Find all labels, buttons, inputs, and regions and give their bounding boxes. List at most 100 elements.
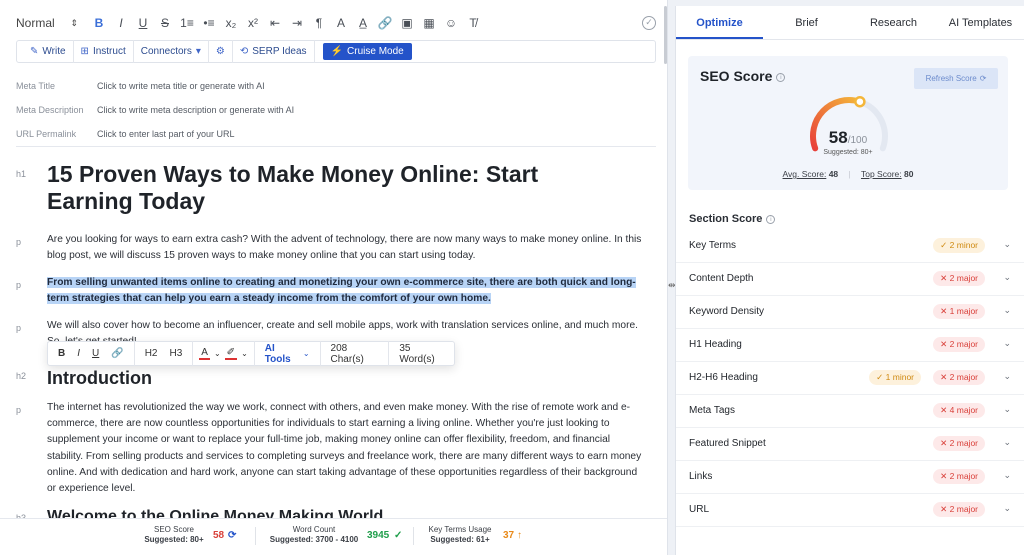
cruise-mode-button[interactable]: ⚡ Cruise Mode [322, 43, 412, 60]
document-h2[interactable]: Introduction [47, 368, 152, 389]
chevron-down-icon[interactable]: ⌄ [1003, 305, 1011, 316]
paragraph-direction-button[interactable]: ¶ [308, 16, 330, 30]
outdent-button[interactable]: ⇤ [264, 16, 286, 30]
chevron-down-icon[interactable]: ⌄ [1003, 470, 1011, 481]
avg-score-value: 48 [828, 169, 839, 179]
chevron-down-icon: ⌄ [302, 349, 310, 358]
float-h2-button[interactable]: H2 [139, 341, 164, 366]
section-row[interactable]: Meta Tags ✕ 4 major ⌄ [676, 395, 1024, 428]
updown-icon: ⇕ [70, 17, 78, 28]
write-button[interactable]: ✎ Write [23, 40, 74, 63]
major-issues-text: 2 major [949, 339, 978, 349]
status-key-terms: Key Terms Usage Suggested: 61+ [424, 525, 496, 545]
check-circle-icon[interactable]: ✓ [642, 16, 656, 30]
ordered-list-button[interactable]: 1≡ [176, 16, 198, 30]
paragraph-1[interactable]: Are you looking for ways to earn extra c… [47, 232, 647, 264]
tab-optimize[interactable]: Optimize [676, 6, 763, 39]
strikethrough-button[interactable]: S [154, 16, 176, 30]
status-seo-suggested: Suggested: 80+ [144, 535, 204, 544]
ai-tools-dropdown[interactable]: AI Tools ⌄ [255, 341, 321, 366]
chevron-down-icon[interactable]: ⌄ [1003, 404, 1011, 415]
refresh-icon[interactable]: ⟳ [228, 530, 236, 541]
chevron-down-icon[interactable]: ⌄ [1003, 338, 1011, 349]
refresh-icon: ⟲ [239, 46, 249, 57]
emoji-icon[interactable]: ☺ [440, 16, 462, 30]
x-icon: ✕ [940, 405, 950, 415]
bullet-list-button[interactable]: •≡ [198, 16, 220, 30]
major-issues-text: 2 major [949, 471, 978, 481]
connectors-dropdown[interactable]: Connectors ▾ [134, 40, 209, 63]
highlight-color-button[interactable]: A̲ [352, 16, 374, 30]
image-icon[interactable]: ▣ [396, 16, 418, 30]
superscript-button[interactable]: x² [242, 16, 264, 30]
tab-ai-templates[interactable]: AI Templates [937, 6, 1024, 39]
status-kt-value: 37 [503, 530, 515, 541]
italic-button[interactable]: I [110, 16, 132, 30]
chevron-down-icon[interactable]: ⌄ [1003, 437, 1011, 448]
x-icon: ✕ [940, 372, 950, 382]
status-bar: SEO Score Suggested: 80+ 58 ⟳ Word Count… [0, 518, 667, 555]
permalink-input[interactable]: Click to enter last part of your URL [97, 129, 235, 139]
tab-research[interactable]: Research [850, 6, 937, 39]
clear-format-icon[interactable]: T̸ [462, 16, 484, 30]
refresh-score-button[interactable]: Refresh Score ⟳ [914, 68, 998, 89]
chevron-down-icon[interactable]: ⌄ [212, 341, 223, 366]
info-icon[interactable]: i [766, 214, 776, 224]
section-row[interactable]: URL ✕ 2 major ⌄ [676, 494, 1024, 527]
serp-ideas-button[interactable]: ⟲ SERP Ideas [233, 40, 315, 63]
settings-button[interactable]: ⚙ [209, 40, 233, 63]
section-row[interactable]: H2-H6 Heading ✕ 2 major ✓ 1 minor ⌄ [676, 362, 1024, 395]
chevron-down-icon[interactable]: ⌄ [1003, 503, 1011, 514]
major-issues-badge: ✕ 2 major [933, 271, 985, 286]
section-name: Content Depth [689, 273, 754, 284]
section-row[interactable]: Links ✕ 2 major ⌄ [676, 461, 1024, 494]
chevron-down-icon[interactable]: ⌄ [1003, 371, 1011, 382]
highlighter-icon[interactable]: ✐ [224, 347, 238, 360]
float-italic-button[interactable]: I [71, 341, 86, 366]
tab-brief[interactable]: Brief [763, 6, 850, 39]
info-icon[interactable]: i [776, 72, 786, 82]
chevron-down-icon[interactable]: ⌄ [1003, 239, 1011, 250]
seo-score-card: SEO Score i Refresh Score ⟳ 58/100 Sugges… [688, 56, 1008, 190]
permalink-row: URL Permalink Click to enter last part o… [16, 127, 235, 141]
selected-text[interactable]: From selling unwanted items online to cr… [47, 277, 636, 305]
status-divider [413, 527, 414, 545]
section-row[interactable]: H1 Heading ✕ 2 major ⌄ [676, 329, 1024, 362]
document-h1[interactable]: 15 Proven Ways to Make Money Online: Sta… [47, 161, 627, 215]
seo-score-heading: SEO Score i [700, 68, 786, 84]
meta-title-input[interactable]: Click to write meta title or generate wi… [97, 81, 265, 91]
gauge-knob [854, 95, 866, 108]
bold-button[interactable]: B [88, 16, 110, 30]
link-icon[interactable]: 🔗 [374, 16, 396, 30]
text-color-button[interactable]: A [330, 16, 352, 30]
font-color-icon[interactable]: A [199, 347, 210, 360]
minor-issues-text: 2 minor [949, 240, 978, 250]
chevron-down-icon[interactable]: ⌄ [1003, 272, 1011, 283]
cruise-mode-label: Cruise Mode [347, 46, 404, 57]
editor-scrollbar[interactable] [664, 6, 667, 64]
instruct-button[interactable]: ⊞ Instruct [74, 40, 134, 63]
basic-format-group: B I U 🔗 [48, 341, 135, 366]
pen-icon: ✎ [30, 46, 39, 57]
underline-button[interactable]: U [132, 16, 154, 30]
chevron-down-icon[interactable]: ⌄ [239, 341, 250, 366]
section-row[interactable]: Keyword Density ✕ 1 major ⌄ [676, 296, 1024, 329]
float-h3-button[interactable]: H3 [164, 341, 189, 366]
subscript-button[interactable]: x₂ [220, 16, 242, 30]
section-row[interactable]: Featured Snippet ✕ 2 major ⌄ [676, 428, 1024, 461]
section-row[interactable]: Key Terms ✓ 2 minor ⌄ [676, 230, 1024, 263]
format-toolbar: Normal ⇕ B I U S 1≡ •≡ x₂ x² ⇤ ⇥ ¶ A A̲ … [8, 12, 658, 34]
paragraph-2-selected[interactable]: From selling unwanted items online to cr… [47, 275, 647, 307]
section-row[interactable]: Content Depth ✕ 2 major ⌄ [676, 263, 1024, 296]
table-icon[interactable]: ▦ [418, 16, 440, 30]
float-link-icon[interactable]: 🔗 [105, 341, 129, 366]
float-bold-button[interactable]: B [52, 341, 71, 366]
paragraph-style-select[interactable]: Normal ⇕ [8, 16, 78, 30]
section-name: Key Terms [689, 240, 737, 251]
avg-score-label[interactable]: Avg. Score: [783, 169, 827, 179]
meta-description-input[interactable]: Click to write meta description or gener… [97, 105, 294, 115]
top-score-label[interactable]: Top Score: [861, 169, 902, 179]
paragraph-4[interactable]: The internet has revolutionized the way … [47, 400, 647, 497]
indent-button[interactable]: ⇥ [286, 16, 308, 30]
float-underline-button[interactable]: U [86, 341, 105, 366]
